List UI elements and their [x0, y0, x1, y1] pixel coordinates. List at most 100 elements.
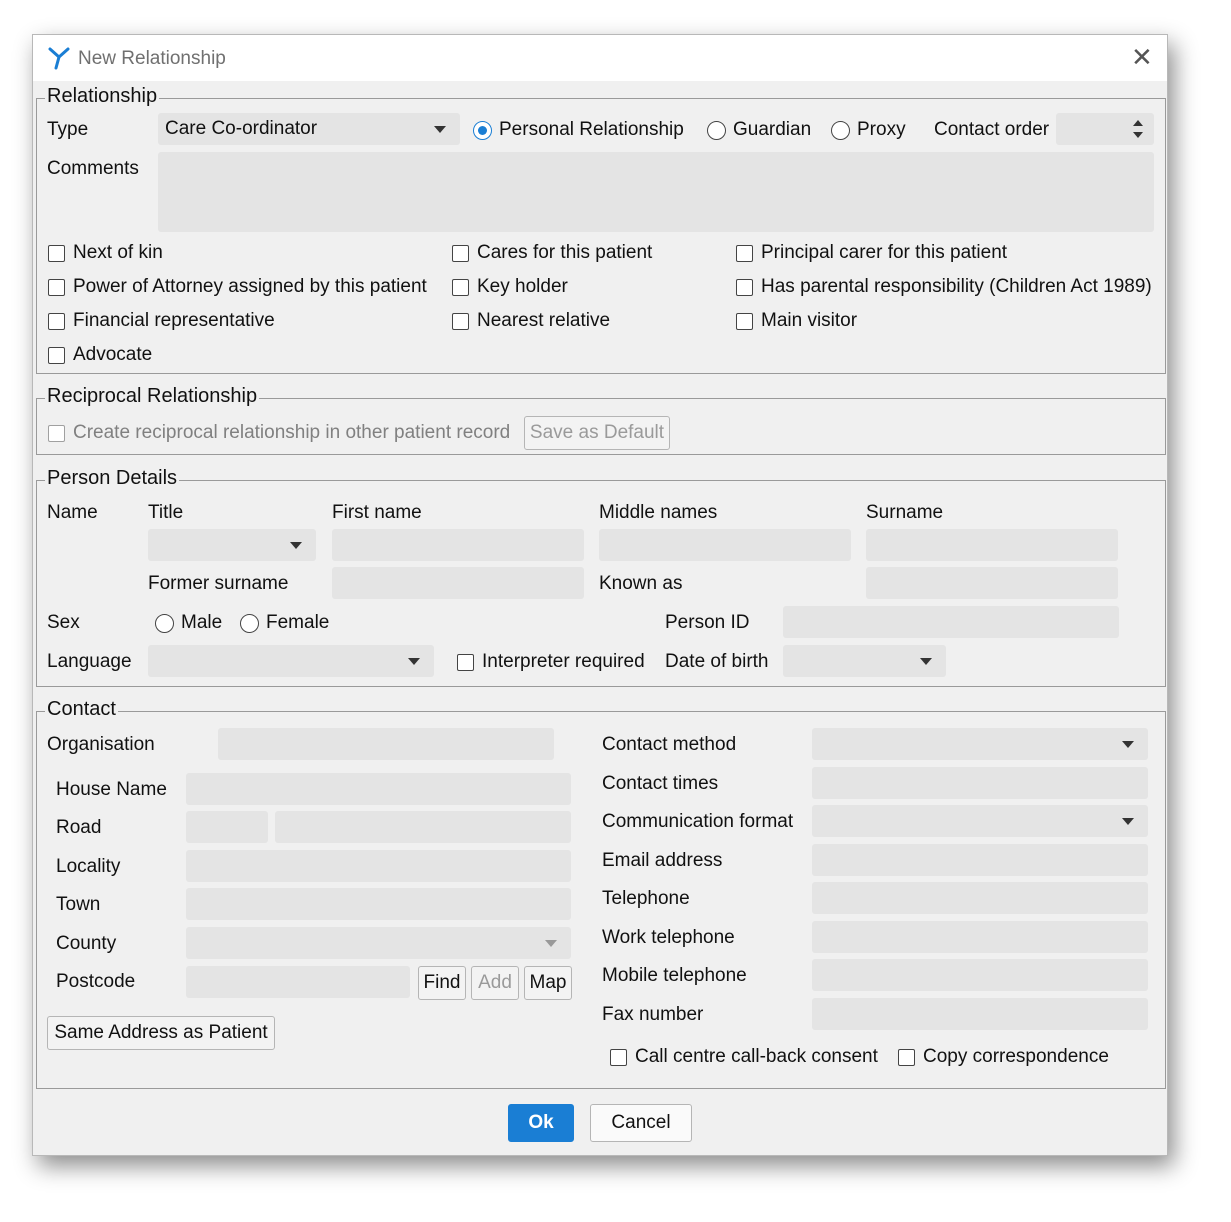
proxy-radio[interactable] — [831, 121, 850, 140]
dialog-title: New Relationship — [78, 48, 226, 69]
house-name-label: House Name — [56, 779, 167, 800]
call-back-consent-checkbox[interactable] — [610, 1049, 627, 1066]
work-telephone-input[interactable] — [812, 921, 1148, 953]
create-reciprocal-label: Create reciprocal relationship in other … — [73, 422, 511, 443]
person-details-group: Person Details Name Title First name Mid… — [36, 467, 1166, 687]
contact-order-spinner[interactable] — [1056, 113, 1154, 145]
guardian-label: Guardian — [733, 119, 812, 140]
ok-button[interactable]: Ok — [508, 1104, 574, 1142]
town-input[interactable] — [186, 888, 571, 920]
interpreter-required-checkbox[interactable] — [457, 654, 474, 671]
surname-input[interactable] — [866, 529, 1118, 561]
chevron-down-icon — [1122, 741, 1134, 748]
date-of-birth-picker[interactable] — [783, 645, 946, 677]
locality-input[interactable] — [186, 850, 571, 882]
middle-names-input[interactable] — [599, 529, 851, 561]
mobile-telephone-input[interactable] — [812, 959, 1148, 991]
personal-relationship-radio[interactable] — [473, 121, 492, 140]
male-radio[interactable] — [155, 614, 174, 633]
telephone-label: Telephone — [602, 888, 690, 909]
person-details-legend: Person Details — [45, 467, 180, 490]
town-label: Town — [56, 894, 101, 915]
road-name-input[interactable] — [275, 811, 571, 843]
reciprocal-relationship-group: Reciprocal Relationship Create reciproca… — [36, 385, 1166, 455]
close-icon[interactable]: ✕ — [1131, 44, 1153, 70]
map-button[interactable]: Map — [524, 966, 572, 1000]
main-visitor-checkbox[interactable] — [736, 313, 753, 330]
surname-label: Surname — [866, 502, 944, 523]
first-name-input[interactable] — [332, 529, 584, 561]
female-radio[interactable] — [240, 614, 259, 633]
title-label: Title — [148, 502, 184, 523]
known-as-label: Known as — [599, 573, 683, 594]
type-select-value: Care Co-ordinator — [165, 118, 318, 139]
known-as-input[interactable] — [866, 567, 1118, 599]
title-select[interactable] — [148, 529, 316, 561]
find-button[interactable]: Find — [418, 966, 466, 1000]
language-label: Language — [47, 651, 132, 672]
create-reciprocal-checkbox[interactable] — [48, 425, 65, 442]
spin-up-icon[interactable] — [1133, 120, 1143, 126]
contact-order-label: Contact order — [934, 119, 1050, 140]
main-visitor-label: Main visitor — [761, 310, 858, 331]
type-select[interactable]: Care Co-ordinator — [158, 113, 460, 145]
personal-relationship-label: Personal Relationship — [499, 119, 684, 140]
key-holder-checkbox[interactable] — [452, 279, 469, 296]
house-name-input[interactable] — [186, 773, 571, 805]
comments-textarea[interactable] — [158, 152, 1154, 232]
fax-number-input[interactable] — [812, 998, 1148, 1030]
interpreter-required-label: Interpreter required — [482, 651, 645, 672]
contact-method-label: Contact method — [602, 734, 737, 755]
email-address-input[interactable] — [812, 844, 1148, 876]
person-id-label: Person ID — [665, 612, 750, 633]
communication-format-label: Communication format — [602, 811, 794, 832]
language-select[interactable] — [148, 645, 434, 677]
next-of-kin-checkbox[interactable] — [48, 245, 65, 262]
financial-representative-checkbox[interactable] — [48, 313, 65, 330]
advocate-checkbox[interactable] — [48, 347, 65, 364]
chevron-down-icon — [408, 658, 420, 665]
telephone-input[interactable] — [812, 882, 1148, 914]
cares-for-patient-checkbox[interactable] — [452, 245, 469, 262]
middle-names-label: Middle names — [599, 502, 718, 523]
advocate-label: Advocate — [73, 344, 153, 365]
contact-group: Contact Organisation House Name Road Loc… — [36, 698, 1166, 1089]
sex-label: Sex — [47, 612, 80, 633]
spin-down-icon[interactable] — [1133, 132, 1143, 138]
parental-responsibility-label: Has parental responsibility (Children Ac… — [761, 276, 1152, 297]
former-surname-label: Former surname — [148, 573, 289, 594]
power-of-attorney-checkbox[interactable] — [48, 279, 65, 296]
call-back-consent-label: Call centre call-back consent — [635, 1046, 878, 1067]
principal-carer-checkbox[interactable] — [736, 245, 753, 262]
contact-times-input[interactable] — [812, 767, 1148, 799]
date-of-birth-label: Date of birth — [665, 651, 769, 672]
county-select[interactable] — [186, 927, 571, 959]
type-label: Type — [47, 119, 89, 140]
nearest-relative-checkbox[interactable] — [452, 313, 469, 330]
contact-method-select[interactable] — [812, 728, 1148, 760]
former-surname-input[interactable] — [332, 567, 584, 599]
power-of-attorney-label: Power of Attorney assigned by this patie… — [73, 276, 427, 297]
new-relationship-dialog: New Relationship ✕ Relationship Type Car… — [32, 34, 1168, 1156]
communication-format-select[interactable] — [812, 805, 1148, 837]
chevron-down-icon — [1122, 818, 1134, 825]
guardian-radio[interactable] — [707, 121, 726, 140]
add-button[interactable]: Add — [471, 966, 519, 1000]
save-as-default-button[interactable]: Save as Default — [524, 416, 670, 450]
principal-carer-label: Principal carer for this patient — [761, 242, 1008, 263]
copy-correspondence-label: Copy correspondence — [923, 1046, 1109, 1067]
chevron-down-icon — [290, 542, 302, 549]
cancel-button[interactable]: Cancel — [590, 1104, 692, 1142]
road-number-input[interactable] — [186, 811, 268, 843]
key-holder-label: Key holder — [477, 276, 568, 297]
proxy-label: Proxy — [857, 119, 906, 140]
postcode-input[interactable] — [186, 966, 410, 998]
relationship-legend: Relationship — [45, 85, 160, 108]
same-address-button[interactable]: Same Address as Patient — [47, 1016, 275, 1050]
person-id-input[interactable] — [783, 606, 1119, 638]
copy-correspondence-checkbox[interactable] — [898, 1049, 915, 1066]
cares-for-patient-label: Cares for this patient — [477, 242, 653, 263]
parental-responsibility-checkbox[interactable] — [736, 279, 753, 296]
chevron-down-icon — [434, 126, 446, 133]
organisation-input[interactable] — [218, 728, 554, 760]
